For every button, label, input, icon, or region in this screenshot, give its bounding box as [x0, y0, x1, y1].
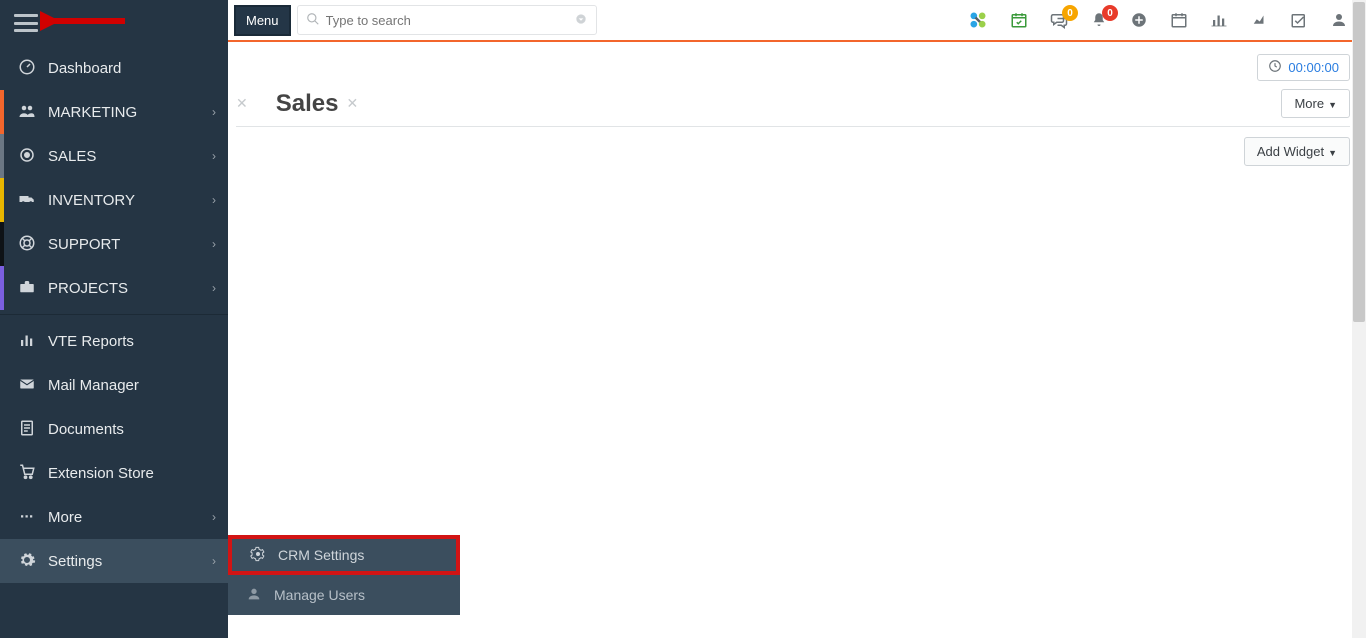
chevron-right-icon: ›	[212, 149, 216, 163]
submenu-item-crm-settings[interactable]: CRM Settings	[228, 535, 460, 575]
sidebar-label: SALES	[48, 148, 212, 165]
gauge-icon	[16, 58, 38, 79]
lifering-icon	[16, 234, 38, 255]
topbar: Menu 0 0	[228, 0, 1366, 42]
sidebar-label: Extension Store	[48, 465, 216, 482]
hamburger-icon	[14, 14, 38, 32]
chevron-right-icon: ›	[212, 554, 216, 568]
chevron-right-icon: ›	[212, 281, 216, 295]
sidebar-separator	[0, 314, 228, 315]
timer-button[interactable]: 00:00:00	[1257, 54, 1350, 81]
user-icon[interactable]	[1330, 11, 1348, 29]
gear-icon	[16, 551, 38, 572]
sidebar-item-more[interactable]: More ›	[0, 495, 228, 539]
sidebar-item-vte-reports[interactable]: VTE Reports	[0, 319, 228, 363]
mail-icon	[16, 375, 38, 396]
caret-down-icon: ▼	[1328, 100, 1337, 110]
sidebar-label: MARKETING	[48, 104, 212, 121]
caret-down-icon: ▼	[1328, 148, 1337, 158]
tab-close-icon[interactable]: ✕	[346, 95, 358, 112]
bar-chart-icon[interactable]	[1210, 11, 1228, 29]
chat-badge: 0	[1062, 5, 1078, 21]
tab-title: Sales	[276, 90, 339, 118]
users-icon	[16, 102, 38, 123]
sidebar-label: PROJECTS	[48, 280, 212, 297]
timer-value: 00:00:00	[1288, 60, 1339, 75]
settings-submenu: CRM Settings Manage Users	[228, 535, 460, 615]
logo-icon[interactable]	[968, 10, 988, 30]
add-widget-label: Add Widget	[1257, 144, 1324, 159]
chevron-right-icon: ›	[212, 510, 216, 524]
target-icon	[16, 146, 38, 167]
sidebar-label: VTE Reports	[48, 333, 216, 350]
submenu-label: Manage Users	[274, 587, 365, 603]
search-input[interactable]	[326, 13, 574, 28]
sidebar-item-projects[interactable]: PROJECTS ›	[0, 266, 228, 310]
search-icon	[306, 12, 320, 29]
checkbox-icon[interactable]	[1290, 11, 1308, 29]
search-dropdown-icon[interactable]	[574, 12, 588, 29]
scrollbar-thumb[interactable]	[1353, 2, 1365, 322]
sidebar-label: SUPPORT	[48, 236, 212, 253]
topbar-icons: 0 0	[968, 10, 1360, 30]
sidebar-label: Mail Manager	[48, 377, 216, 394]
tabs-row: ✕ Sales ✕ More ▼	[236, 89, 1350, 127]
vertical-scrollbar[interactable]	[1352, 0, 1366, 638]
user-icon	[244, 586, 264, 605]
sidebar-item-documents[interactable]: Documents	[0, 407, 228, 451]
bar-chart-icon	[16, 331, 38, 352]
more-button[interactable]: More ▼	[1281, 89, 1350, 118]
bell-badge: 0	[1102, 5, 1118, 21]
sidebar-item-dashboard[interactable]: Dashboard	[0, 46, 228, 90]
cart-icon	[16, 463, 38, 484]
sidebar-label: Dashboard	[48, 60, 216, 77]
sidebar-item-inventory[interactable]: INVENTORY ›	[0, 178, 228, 222]
sidebar-item-support[interactable]: SUPPORT ›	[0, 222, 228, 266]
area-chart-icon[interactable]	[1250, 11, 1268, 29]
hamburger-button[interactable]	[0, 0, 228, 46]
chevron-right-icon: ›	[212, 105, 216, 119]
sidebar: Dashboard MARKETING › SALES › INVENTORY …	[0, 0, 228, 638]
add-widget-button[interactable]: Add Widget ▼	[1244, 137, 1350, 166]
sidebar-item-extension-store[interactable]: Extension Store	[0, 451, 228, 495]
chevron-right-icon: ›	[212, 193, 216, 207]
clock-icon	[1268, 59, 1282, 76]
chat-icon[interactable]: 0	[1050, 11, 1068, 29]
briefcase-icon	[16, 278, 38, 299]
ellipsis-icon	[16, 507, 38, 528]
sidebar-item-mail-manager[interactable]: Mail Manager	[0, 363, 228, 407]
more-label: More	[1294, 96, 1324, 111]
search-box[interactable]	[297, 5, 597, 35]
sidebar-item-marketing[interactable]: MARKETING ›	[0, 90, 228, 134]
submenu-item-manage-users[interactable]: Manage Users	[228, 575, 460, 615]
plus-circle-icon[interactable]	[1130, 11, 1148, 29]
menu-button[interactable]: Menu	[234, 5, 291, 36]
sidebar-label: INVENTORY	[48, 192, 212, 209]
submenu-label: CRM Settings	[278, 547, 364, 563]
close-left-icon[interactable]: ✕	[236, 95, 248, 112]
calendar-check-icon[interactable]	[1010, 11, 1028, 29]
gear-icon	[248, 546, 268, 565]
bell-icon[interactable]: 0	[1090, 11, 1108, 29]
sidebar-label: More	[48, 509, 212, 526]
sidebar-item-settings[interactable]: Settings ›	[0, 539, 228, 583]
sidebar-label: Documents	[48, 421, 216, 438]
sidebar-item-sales[interactable]: SALES ›	[0, 134, 228, 178]
truck-icon	[16, 190, 38, 211]
document-icon	[16, 419, 38, 440]
chevron-right-icon: ›	[212, 237, 216, 251]
sidebar-label: Settings	[48, 553, 212, 570]
calendar-icon[interactable]	[1170, 11, 1188, 29]
